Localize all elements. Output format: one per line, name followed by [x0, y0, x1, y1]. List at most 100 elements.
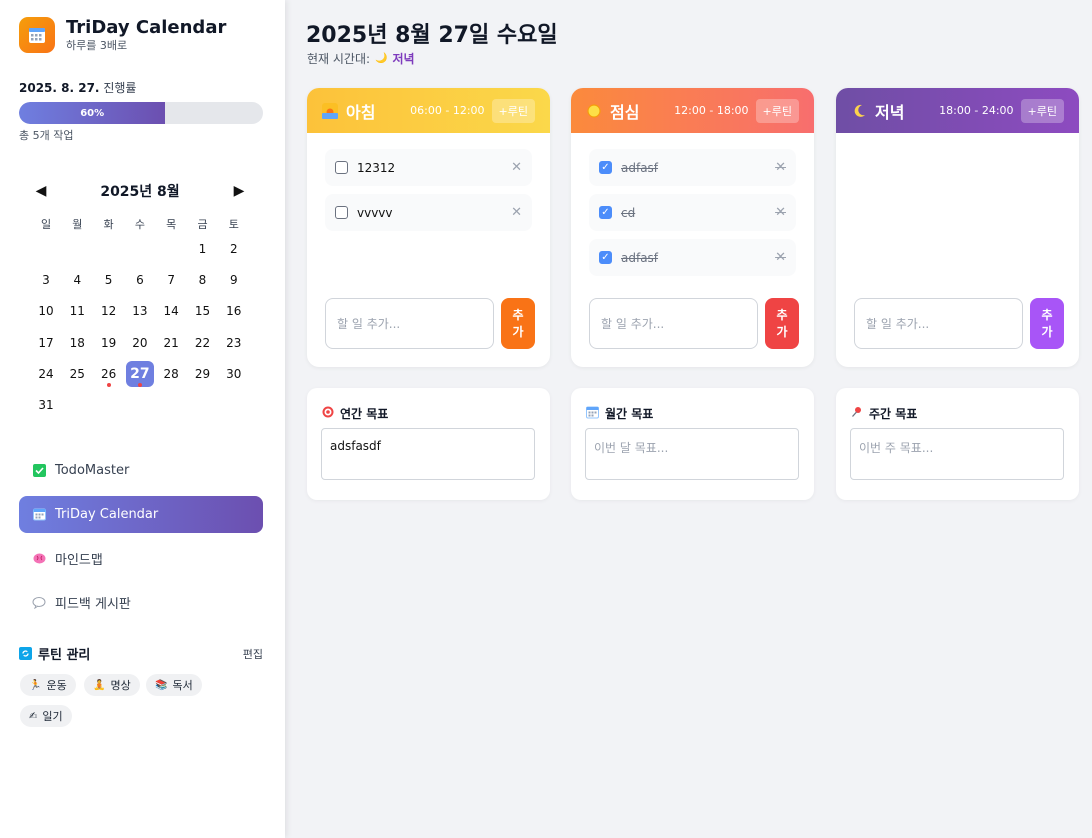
nav-item-todomaster[interactable]: TodoMaster [19, 452, 263, 489]
calendar-day[interactable]: 31 [32, 392, 60, 418]
goal-title-label: 연간 목표 [340, 407, 389, 421]
calendar-day[interactable]: 25 [63, 361, 91, 387]
close-icon[interactable]: ✕ [775, 250, 786, 265]
calendar-day[interactable]: 2 [220, 236, 248, 262]
routine-icon: 🏃 [29, 679, 42, 691]
nav-item-마인드맵[interactable]: 마인드맵 [19, 540, 263, 577]
add-task-input[interactable]: 할 일 추가... [854, 298, 1023, 349]
routine-label: 독서 [172, 679, 193, 692]
routine-label: 운동 [46, 679, 67, 692]
add-task-button[interactable]: 추가 [501, 298, 535, 349]
calendar-icon [32, 508, 46, 522]
close-icon[interactable]: ✕ [511, 160, 522, 175]
progress-label: 2025. 8. 27. 진행률 [19, 79, 136, 96]
time-slot-header: 점심 12:00 - 18:00 +루틴 [571, 88, 814, 133]
goal-input[interactable]: 이번 주 목표... [850, 428, 1064, 480]
add-button-char: 추 [776, 307, 788, 322]
current-timezone: 현재 시간대: 🌙 저녁 [307, 50, 415, 67]
speech-bubble-icon [32, 596, 46, 610]
add-task-input[interactable]: 할 일 추가... [325, 298, 494, 349]
nav-item-triday-calendar[interactable]: TriDay Calendar [19, 496, 263, 533]
calendar-day[interactable]: 21 [157, 330, 185, 356]
goal-input[interactable]: adsfasdf [321, 428, 535, 480]
sidebar: TriDay Calendar 하루를 3배로 2025. 8. 27. 진행률… [0, 0, 285, 838]
calendar-day[interactable]: 7 [157, 267, 185, 293]
calendar-day[interactable]: 20 [126, 330, 154, 356]
calendar-day[interactable]: 28 [157, 361, 185, 387]
task-item: ✓ adfasf ✕ [589, 149, 796, 186]
routine-chip[interactable]: 🏃 운동 [20, 674, 76, 696]
calendar-day[interactable]: 24 [32, 361, 60, 387]
brand: TriDay Calendar 하루를 3배로 [19, 17, 226, 53]
calendar-day[interactable]: 30 [220, 361, 248, 387]
task-item: vvvvv ✕ [325, 194, 532, 231]
calendar-icon [586, 406, 599, 422]
routine-chip[interactable]: 📚 독서 [146, 674, 202, 696]
nav-item-피드백-게시판[interactable]: 피드백 게시판 [19, 584, 263, 621]
time-slot-name: 점심 [586, 99, 639, 123]
time-slot-header: 아침 06:00 - 12:00 +루틴 [307, 88, 550, 133]
calendar-day[interactable]: 18 [63, 330, 91, 356]
add-routine-button[interactable]: +루틴 [491, 98, 535, 123]
moon-icon [851, 103, 867, 119]
weekday-label: 토 [228, 218, 239, 231]
task-checkbox[interactable]: ✓ [599, 161, 612, 174]
timezone-value: 저녁 [392, 52, 415, 66]
calendar-day[interactable]: 16 [220, 298, 248, 324]
calendar-day[interactable]: 23 [220, 330, 248, 356]
calendar-day[interactable]: 12 [95, 298, 123, 324]
calendar-day[interactable]: 29 [189, 361, 217, 387]
add-routine-button[interactable]: +루틴 [1020, 98, 1064, 123]
prev-month-icon[interactable]: ◀ [30, 183, 52, 199]
calendar-day[interactable]: 15 [189, 298, 217, 324]
time-slot-range: 18:00 - 24:00 [939, 104, 1014, 117]
task-checkbox[interactable] [335, 206, 348, 219]
add-routine-button[interactable]: +루틴 [755, 98, 799, 123]
routine-icon: 🧘 [93, 679, 106, 691]
routine-chip[interactable]: 🧘 명상 [84, 674, 140, 696]
task-checkbox[interactable]: ✓ [599, 251, 612, 264]
goal-title: 월간 목표 [586, 405, 653, 422]
time-slot-name: 저녁 [851, 99, 904, 123]
next-month-icon[interactable]: ▶ [228, 183, 250, 199]
goal-title-label: 월간 목표 [605, 407, 654, 421]
goal-card: 연간 목표 adsfasdf [307, 388, 550, 500]
calendar-day[interactable]: 13 [126, 298, 154, 324]
check-square-icon [32, 464, 46, 478]
calendar-day[interactable]: 26 [95, 361, 123, 387]
goal-input[interactable]: 이번 달 목표... [585, 428, 799, 480]
calendar-day[interactable]: 1 [189, 236, 217, 262]
routine-chip[interactable]: ✍ 일기 [20, 705, 72, 727]
calendar-day[interactable]: 5 [95, 267, 123, 293]
routine-edit-button[interactable]: 편집 [243, 646, 263, 662]
calendar-day[interactable]: 14 [157, 298, 185, 324]
time-slot-label: 저녁 [875, 102, 905, 122]
calendar-day[interactable]: 22 [189, 330, 217, 356]
calendar-day[interactable]: 10 [32, 298, 60, 324]
add-task-button[interactable]: 추가 [1030, 298, 1064, 349]
close-icon[interactable]: ✕ [511, 205, 522, 220]
goal-title: 연간 목표 [322, 405, 388, 422]
routine-label: 명상 [110, 679, 131, 692]
close-icon[interactable]: ✕ [775, 205, 786, 220]
add-task-button[interactable]: 추가 [765, 298, 799, 349]
nav-item-label: 마인드맵 [55, 553, 103, 568]
calendar-day[interactable]: 27 [125, 360, 154, 387]
calendar-day[interactable]: 6 [126, 267, 154, 293]
calendar-day[interactable]: 9 [220, 267, 248, 293]
task-total: 총 5개 작업 [19, 129, 74, 142]
calendar-day[interactable]: 4 [63, 267, 91, 293]
calendar-day[interactable]: 3 [32, 267, 60, 293]
task-checkbox[interactable]: ✓ [599, 206, 612, 219]
calendar-day[interactable]: 11 [63, 298, 91, 324]
add-task-input[interactable]: 할 일 추가... [589, 298, 758, 349]
task-checkbox[interactable] [335, 161, 348, 174]
progress-caption: 진행률 [103, 81, 137, 95]
calendar-day[interactable]: 19 [95, 330, 123, 356]
calendar-day[interactable]: 17 [32, 330, 60, 356]
calendar-day[interactable]: 8 [189, 267, 217, 293]
close-icon[interactable]: ✕ [775, 160, 786, 175]
add-button-char: 가 [776, 324, 788, 339]
add-button-char: 가 [512, 324, 524, 339]
time-slot-card: 점심 12:00 - 18:00 +루틴 ✓ adfasf ✕ ✓ cd ✕ ✓ adfasf ✕ 할 … [571, 88, 814, 367]
